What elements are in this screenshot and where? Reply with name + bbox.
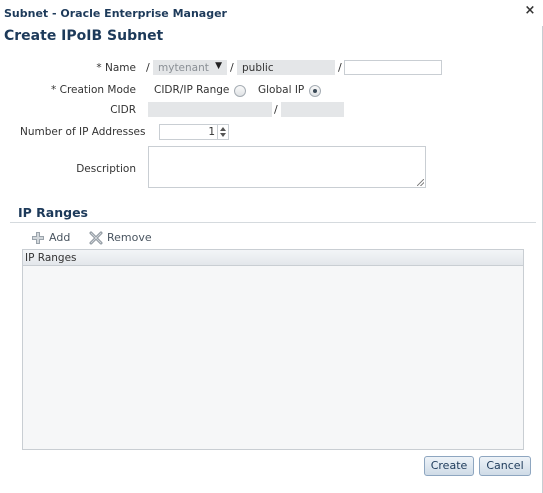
table-header: IP Ranges xyxy=(23,250,523,266)
description-textarea[interactable] xyxy=(148,146,426,188)
remove-icon xyxy=(89,231,103,245)
cancel-button[interactable]: Cancel xyxy=(479,456,531,476)
description-label: Description xyxy=(76,163,136,175)
create-button[interactable]: Create xyxy=(424,456,474,476)
spin-up-icon[interactable] xyxy=(220,127,226,131)
window-title: Subnet - Oracle Enterprise Manager xyxy=(4,7,227,20)
remove-label: Remove xyxy=(107,231,152,244)
subnet-dialog: Subnet - Oracle Enterprise Manager × Cre… xyxy=(0,0,543,493)
subnet-name-input[interactable] xyxy=(344,60,442,75)
spinner-buttons[interactable] xyxy=(217,125,228,139)
cidr-prefix-field xyxy=(281,102,344,117)
add-label: Add xyxy=(49,231,71,244)
add-button[interactable]: Add xyxy=(31,230,73,246)
chevron-down-icon: ▼ xyxy=(215,61,222,71)
name-label: * Name xyxy=(96,62,136,74)
radio-label-global-ip: Global IP xyxy=(258,84,305,96)
ip-ranges-section-title: IP Ranges xyxy=(18,205,88,220)
spin-down-icon[interactable] xyxy=(220,133,226,137)
tenant-select-value: mytenant xyxy=(158,62,209,74)
page-title: Create IPoIB Subnet xyxy=(4,28,164,44)
cidr-separator: / xyxy=(274,103,278,116)
num-ip-stepper[interactable]: 1 xyxy=(159,124,229,140)
creation-mode-label: * Creation Mode xyxy=(51,84,136,96)
num-ip-value: 1 xyxy=(208,126,215,138)
num-ip-label: Number of IP Addresses xyxy=(20,126,146,138)
ip-ranges-table[interactable]: IP Ranges xyxy=(22,249,524,450)
section-divider xyxy=(10,222,536,223)
cidr-ip-field xyxy=(148,102,272,117)
name-separator: / xyxy=(146,61,150,74)
radio-label-cidr: CIDR/IP Range xyxy=(154,84,230,96)
radio-cidr-ip-range[interactable] xyxy=(234,85,246,97)
radio-global-ip[interactable] xyxy=(309,85,321,97)
column-header-ip-ranges[interactable]: IP Ranges xyxy=(25,252,77,264)
cidr-label: CIDR xyxy=(110,104,136,116)
resize-grip-icon[interactable] xyxy=(417,179,424,186)
name-separator: / xyxy=(338,61,342,74)
close-icon[interactable]: × xyxy=(524,4,536,18)
add-icon xyxy=(32,232,44,244)
tenant-select[interactable]: mytenant ▼ xyxy=(153,60,227,75)
name-separator: / xyxy=(230,61,234,74)
remove-button[interactable]: Remove xyxy=(89,230,152,246)
dialog-titlebar[interactable]: Subnet - Oracle Enterprise Manager × xyxy=(0,0,543,26)
network-field: public xyxy=(237,60,335,75)
